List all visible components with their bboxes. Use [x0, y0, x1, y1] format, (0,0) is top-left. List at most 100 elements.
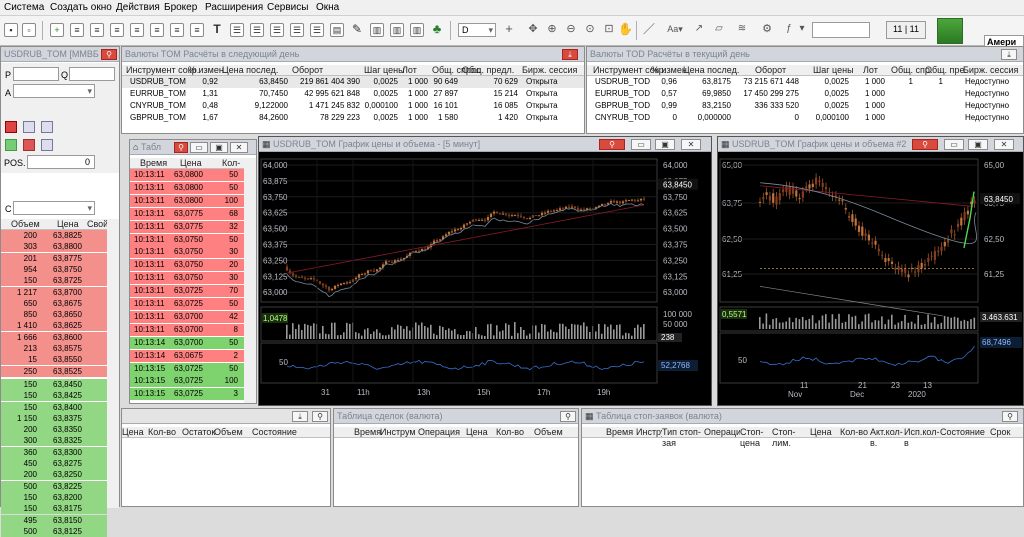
arrow-icon[interactable]: ↗: [692, 23, 706, 37]
book-buy-row[interactable]: 200 63,8250: [1, 469, 107, 481]
price-input[interactable]: [13, 67, 59, 81]
book-sell-row[interactable]: 954 63,8750: [1, 263, 107, 275]
table-row[interactable]: EURRUB_TOM 1,31 70,7450 42 995 621 848 0,002…: [122, 88, 584, 100]
open-icon[interactable]: ▫: [22, 23, 36, 37]
trade-row[interactable]: 10:13:11 63,0750 30: [130, 246, 244, 259]
table-row[interactable]: EURRUB_TOD 0,57 69,9850 17 450 299 275 0,002…: [587, 88, 1023, 100]
trade-row[interactable]: 10:13:11 63,0750 20: [130, 259, 244, 272]
table-row[interactable]: CNYRUB_TOM 0,48 9,122000 1 471 245 832 0,000…: [122, 100, 584, 112]
interval-select[interactable]: D ▾: [458, 23, 496, 37]
move-icon[interactable]: ✥: [526, 23, 540, 37]
table-row[interactable]: USDRUB_TOD 0,96 63,8175 73 215 671 448 0,002…: [587, 76, 1023, 88]
account-select[interactable]: ▾: [13, 84, 95, 98]
fibo-icon[interactable]: ≋: [735, 23, 749, 37]
logo-icon[interactable]: [937, 18, 963, 44]
book-buy-row[interactable]: 360 63,8300: [1, 446, 107, 458]
limits-icon[interactable]: ☰: [310, 23, 324, 37]
minimize-button[interactable]: ▭: [631, 139, 651, 150]
menu-system[interactable]: Система: [4, 2, 44, 13]
menu-services[interactable]: Сервисы: [267, 2, 308, 13]
alerts-icon[interactable]: ▥: [390, 23, 404, 37]
table6-icon[interactable]: ≡: [170, 23, 184, 37]
connect-icon[interactable]: ♣: [430, 22, 444, 37]
export-icon[interactable]: ⤓: [562, 49, 578, 60]
messages-icon[interactable]: ▥: [410, 23, 424, 37]
sell-market-icon[interactable]: [23, 139, 35, 151]
minimize-button[interactable]: ▭: [190, 142, 208, 153]
maximize-button[interactable]: ▣: [210, 142, 228, 153]
zoom-area-icon[interactable]: ⊙: [583, 23, 597, 37]
chart-icon[interactable]: ✎: [350, 23, 364, 37]
table-row[interactable]: GBPRUB_TOD 0,99 83,2150 336 333 520 0,0025 1 …: [587, 100, 1023, 112]
book-sell-row[interactable]: 150 63,8725: [1, 275, 107, 287]
qty-input[interactable]: [69, 67, 115, 81]
trade-row[interactable]: 10:13:14 63,0675 2: [130, 349, 244, 362]
book-buy-row[interactable]: 150 63,8400: [1, 401, 107, 413]
buy-icon[interactable]: [23, 121, 35, 133]
chart2-canvas[interactable]: 65,0065,0063,7563,7562,5062,5061,2561,25…: [718, 153, 1023, 405]
book-scrollbar[interactable]: [107, 219, 119, 508]
trade-row[interactable]: 10:13:11 63,0750 30: [130, 272, 244, 285]
table2-icon[interactable]: ≡: [90, 23, 104, 37]
minimize-button[interactable]: ▭: [944, 139, 964, 150]
crosshair-icon[interactable]: +: [502, 22, 516, 37]
book-buy-row[interactable]: 150 63,8200: [1, 491, 107, 503]
book-sell-row[interactable]: 1 666 63,8600: [1, 331, 107, 343]
book-sell-row[interactable]: 250 63,8525: [1, 365, 107, 377]
trade-row[interactable]: 10:13:15 63,0725 50: [130, 362, 244, 375]
trade-row[interactable]: 10:13:11 63,0725 50: [130, 298, 244, 310]
table-row[interactable]: USDRUB_TOM 0,92 63,8450 219 861 404 390 0,00…: [122, 76, 584, 88]
trade-row[interactable]: 10:13:11 63,0725 70: [130, 285, 244, 298]
book-buy-row[interactable]: 150 63,8450: [1, 378, 107, 390]
menu-windows[interactable]: Окна: [316, 2, 339, 13]
book-sell-row[interactable]: 1 410 63,8625: [1, 320, 107, 332]
shapes-icon[interactable]: ▱: [712, 23, 726, 37]
close-button[interactable]: ✕: [230, 142, 248, 153]
trade-row[interactable]: 10:13:15 63,0725 3: [130, 388, 244, 401]
book-sell-row[interactable]: 303 63,8800: [1, 241, 107, 253]
zoom-in-icon[interactable]: ⊕: [545, 23, 559, 37]
line-icon[interactable]: ／: [642, 23, 656, 37]
maximize-button[interactable]: ▣: [655, 139, 675, 150]
link-icon[interactable]: ⚲: [174, 142, 188, 153]
font-icon[interactable]: Aa▾: [664, 23, 686, 37]
table7-icon[interactable]: ≡: [190, 23, 204, 37]
trade-row[interactable]: 10:13:11 63,0775 32: [130, 220, 244, 233]
template-icon[interactable]: ▾: [795, 23, 809, 37]
table-row[interactable]: CNYRUB_TOD 0 0,000000 0 0,000100 1 000 Недосту…: [587, 112, 1023, 124]
graph-icon[interactable]: ▤: [330, 23, 344, 37]
table4-icon[interactable]: ≡: [130, 23, 144, 37]
book-sell-row[interactable]: 201 63,8775: [1, 252, 107, 264]
zoom-out-icon[interactable]: ⊖: [564, 23, 578, 37]
close-button[interactable]: ✕: [681, 139, 701, 150]
book-sell-row[interactable]: 850 63,8650: [1, 309, 107, 321]
cancel-icon[interactable]: [41, 121, 53, 133]
chart-settings-icon[interactable]: ⚙: [760, 23, 774, 37]
trade-row[interactable]: 10:13:11 63,0700 42: [130, 310, 244, 323]
save-icon[interactable]: ▪: [4, 23, 18, 37]
book-sell-row[interactable]: 213 63,8575: [1, 343, 107, 354]
book-sell-row[interactable]: 15 63,8550: [1, 354, 107, 366]
trade-row[interactable]: 10:13:11 63,0800 50: [130, 181, 244, 194]
close-button[interactable]: ✕: [994, 139, 1014, 150]
text-icon[interactable]: T: [210, 23, 224, 37]
table-row[interactable]: GBPRUB_TOM 1,67 84,2600 78 229 223 0,0025 1 0…: [122, 112, 584, 124]
orders-icon[interactable]: ☰: [270, 23, 284, 37]
link-icon[interactable]: ⚲: [1002, 411, 1018, 422]
table-icon[interactable]: ≡: [70, 23, 84, 37]
book-buy-row[interactable]: 500 63,8225: [1, 480, 107, 492]
portfolio-icon[interactable]: ☰: [290, 23, 304, 37]
new-window-icon[interactable]: +: [50, 23, 64, 37]
table5-icon[interactable]: ≡: [150, 23, 164, 37]
maximize-button[interactable]: ▣: [968, 139, 988, 150]
close-pos-icon[interactable]: [41, 139, 53, 151]
chart1-canvas[interactable]: 64,00064,00063,87563,87563,75063,75063,6…: [259, 153, 711, 405]
export-icon[interactable]: ⤓: [1001, 49, 1017, 60]
trade-row[interactable]: 10:13:11 63,0775 68: [130, 207, 244, 220]
report-icon[interactable]: ☰: [250, 23, 264, 37]
buy-market-icon[interactable]: [5, 139, 17, 151]
book-sell-row[interactable]: 650 63,8675: [1, 297, 107, 309]
table3-icon[interactable]: ≡: [110, 23, 124, 37]
indicator-icon[interactable]: ƒ: [782, 23, 796, 37]
trade-row[interactable]: 10:13:15 63,0725 100: [130, 375, 244, 388]
